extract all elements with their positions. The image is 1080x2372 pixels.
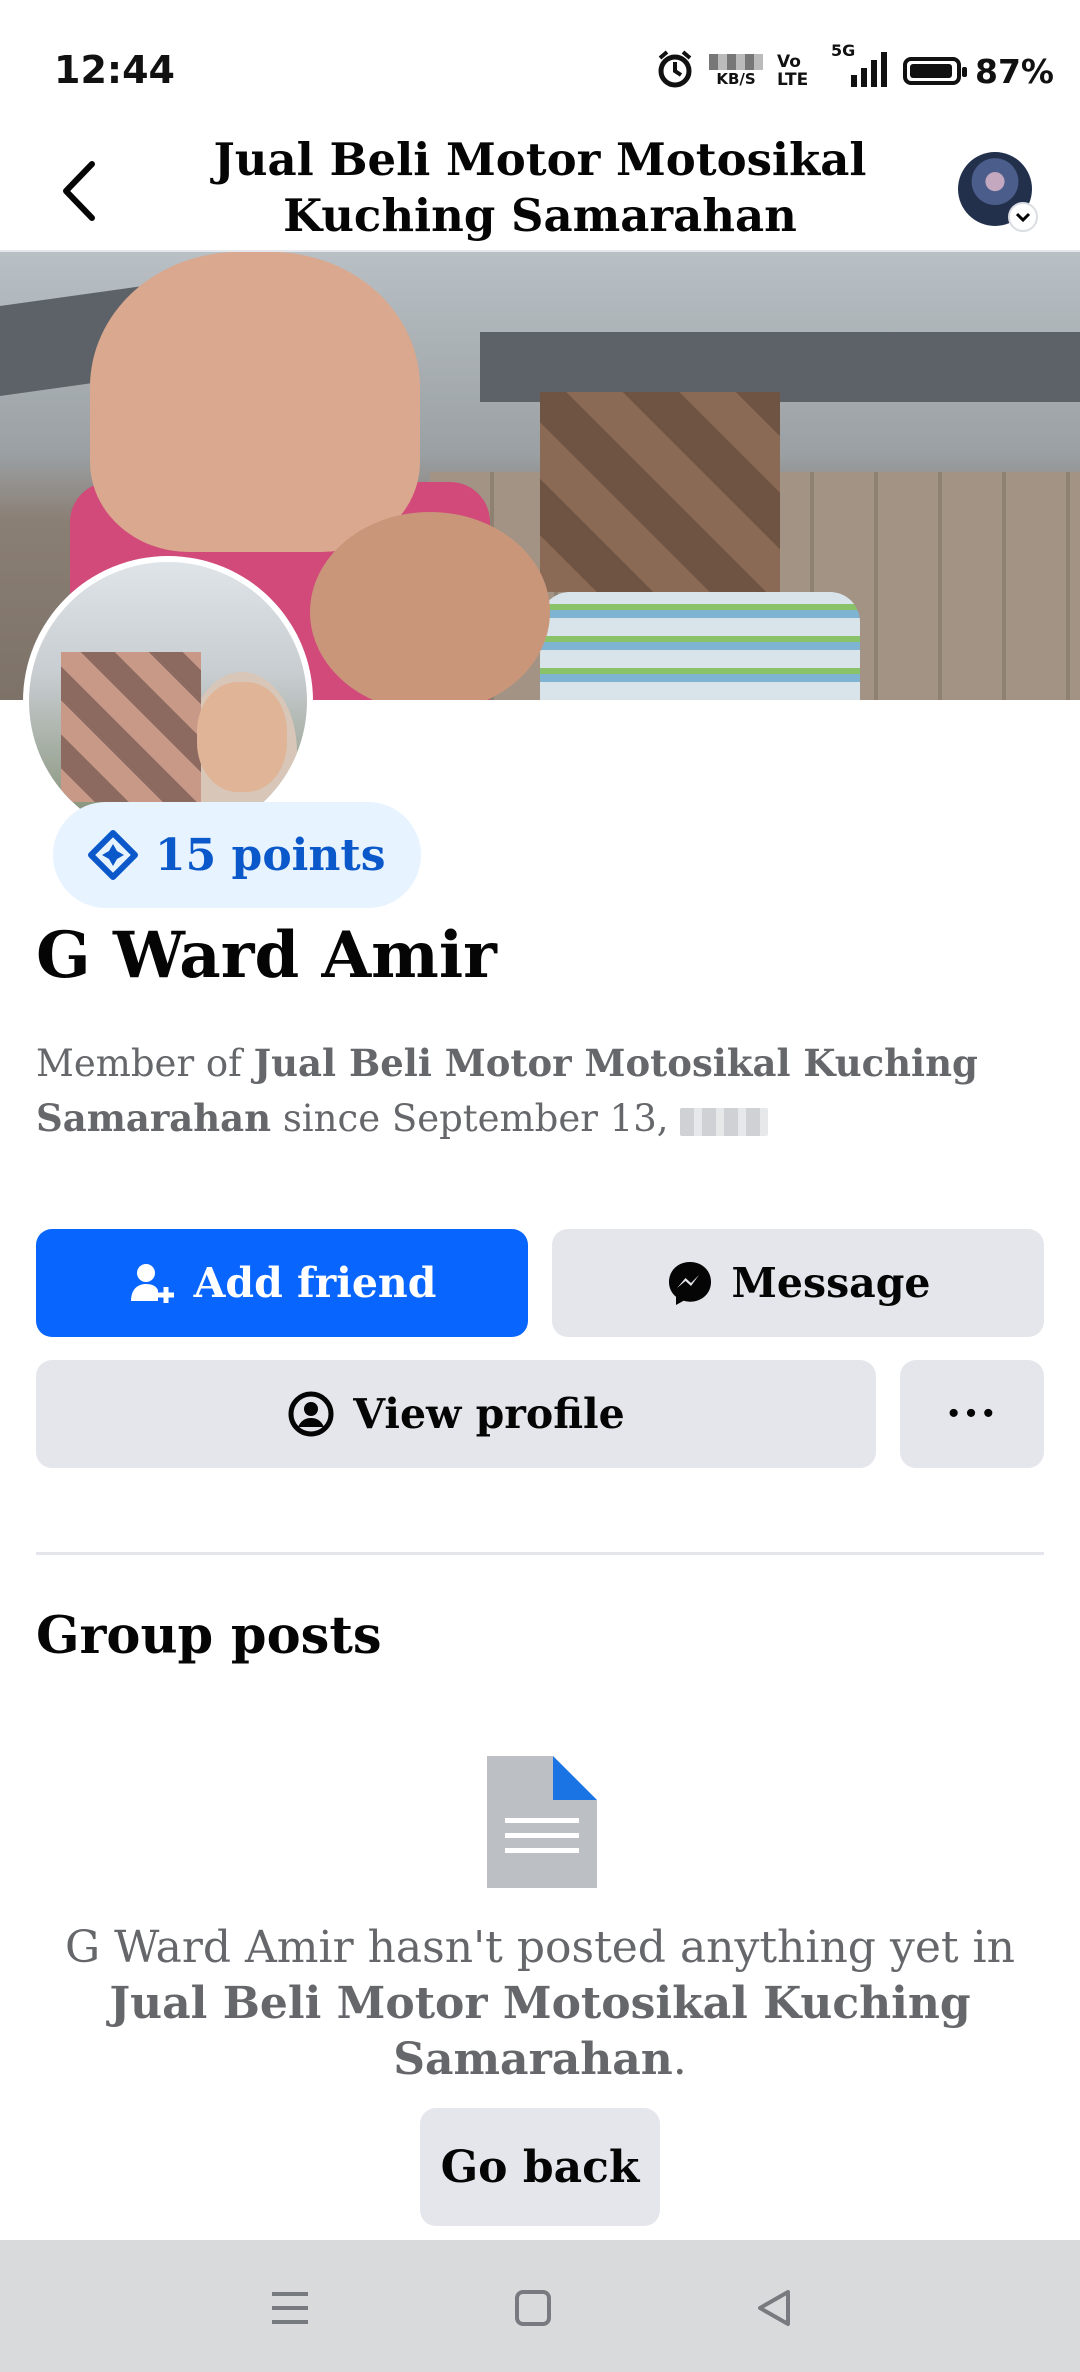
go-back-button[interactable]: Go back [420,2108,660,2226]
messenger-icon [668,1262,711,1305]
back-triangle-icon [758,2290,790,2326]
status-icons: KB/S Vo LTE 5G 87% [655,41,1054,96]
points-label: 15 points [155,829,386,881]
points-badge[interactable]: 15 points [53,802,422,908]
back-button[interactable] [50,154,110,228]
member-prefix: Member of [36,1042,254,1085]
more-icon: ··· [946,1388,998,1439]
section-divider [36,1552,1044,1555]
view-profile-button[interactable]: View profile [36,1360,876,1468]
menu-icon [272,2292,308,2324]
status-bar: 12:44 KB/S Vo LTE 5G 87% [0,0,1080,130]
battery-percent: 87% [975,51,1054,91]
add-friend-button[interactable]: Add friend [36,1229,528,1337]
status-time: 12:44 [54,48,175,92]
member-since-text: Member of Jual Beli Motor Motosikal Kuch… [36,1036,1036,1146]
empty-suffix: . [672,2034,687,2085]
view-profile-label: View profile [353,1390,625,1438]
battery-icon [903,57,967,85]
profile-circle-icon [288,1391,334,1437]
chevron-down-icon [1008,202,1038,232]
profile-name: G Ward Amir [36,918,497,993]
menu-button[interactable] [260,2278,320,2338]
add-friend-label: Add friend [193,1259,437,1307]
redacted-year [680,1107,769,1136]
system-nav-bar [0,2240,1080,2372]
more-options-button[interactable]: ··· [900,1360,1044,1468]
message-label: Message [731,1259,931,1307]
group-posts-title: Group posts [36,1606,382,1666]
header: Jual Beli Motor Motosikal Kuching Samara… [0,130,1080,252]
network-speed: KB/S [709,54,763,88]
network-type-label: 5G [831,41,856,60]
empty-posts-message: G Ward Amir hasn't posted anything yet i… [60,1920,1020,2088]
message-button[interactable]: Message [552,1229,1044,1337]
page-title: Jual Beli Motor Motosikal Kuching Samara… [213,133,867,242]
empty-prefix: G Ward Amir hasn't posted anything yet i… [65,1922,1015,1973]
empty-group-name[interactable]: Jual Beli Motor Motosikal Kuching Samara… [109,1978,970,2085]
back-arrow-icon [63,161,95,221]
document-icon [487,1756,597,1888]
badge-diamond-icon [88,830,138,880]
member-since: since September 13, [271,1097,681,1140]
account-avatar[interactable] [958,152,1038,232]
network-speed-unit: KB/S [716,70,756,88]
alarm-icon [655,49,695,93]
home-square-icon [515,2290,551,2326]
signal-icon: 5G [831,41,889,93]
system-back-button[interactable] [744,2278,804,2338]
home-button[interactable] [503,2278,563,2338]
add-friend-icon [130,1264,174,1303]
volte-label: Vo LTE [777,52,809,90]
